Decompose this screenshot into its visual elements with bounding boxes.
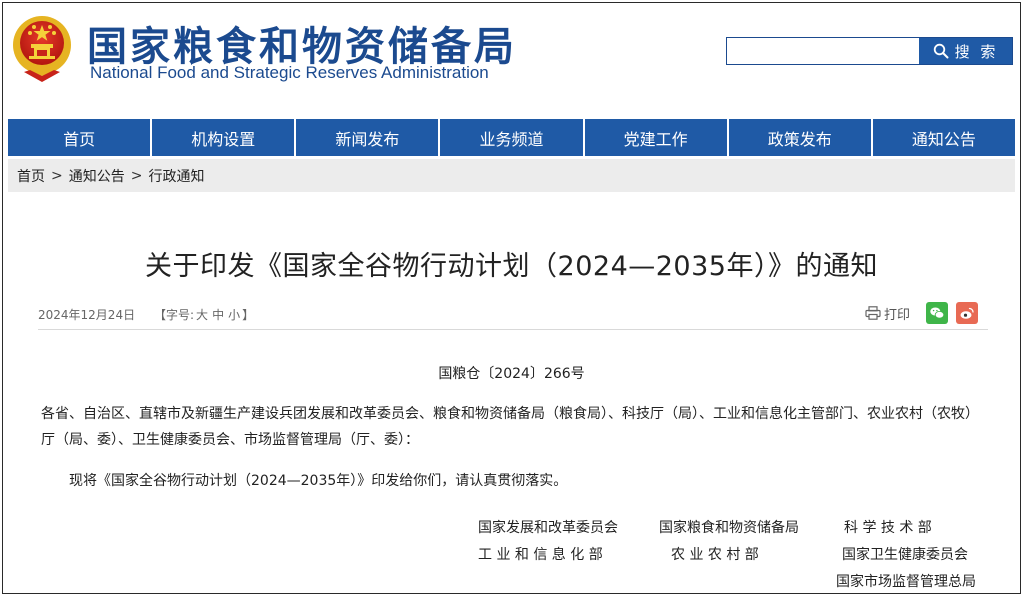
nav-item-home[interactable]: 首页	[8, 119, 151, 156]
font-size-small[interactable]: 小	[228, 308, 240, 322]
document-number: 国粮仓〔2024〕266号	[438, 366, 585, 382]
breadcrumb: 首页 > 通知公告 > 行政通知	[8, 159, 1015, 192]
share-wechat-button[interactable]	[926, 302, 948, 324]
font-size-medium[interactable]: 中	[212, 308, 224, 322]
signatory-ndrc: 国家发展和改革委员会	[478, 520, 618, 536]
signatory-moa: 农 业 农 村 部	[671, 547, 759, 563]
weibo-icon	[960, 307, 974, 319]
addressee-paragraph: 各省、自治区、直辖市及新疆生产建设兵团发展和改革委员会、粮食和物资储备局（粮食局…	[41, 406, 979, 448]
body-paragraph: 现将《国家全谷物行动计划（2024—2035年）》印发给你们，请认真贯彻落实。	[69, 473, 568, 489]
print-button[interactable]: 打印	[865, 304, 910, 323]
search-button-label: 搜 索	[954, 42, 999, 61]
font-size-switcher: 【字号: 大中小】	[154, 306, 254, 323]
national-emblem-icon[interactable]	[10, 12, 74, 84]
signatory-nhc: 国家卫生健康委员会	[842, 547, 968, 563]
signatory-nfsra: 国家粮食和物资储备局	[659, 520, 799, 536]
search-button[interactable]: 搜 索	[919, 38, 1012, 64]
breadcrumb-home[interactable]: 首页	[17, 166, 45, 186]
main-nav: 首页 机构设置 新闻发布 业务频道 党建工作 政策发布 通知公告	[8, 119, 1015, 156]
nav-item-party[interactable]: 党建工作	[584, 119, 727, 156]
article-meta-bar: 2024年12月24日 【字号: 大中小】 打印	[38, 296, 988, 330]
page-frame: 国家粮食和物资储备局 National Food and Strategic R…	[2, 2, 1021, 594]
signatory-miit: 工 业 和 信 息 化 部	[478, 547, 603, 563]
nav-item-business[interactable]: 业务频道	[440, 119, 583, 156]
font-size-suffix: 】	[242, 308, 255, 322]
breadcrumb-admin-notices[interactable]: 行政通知	[148, 166, 204, 186]
breadcrumb-separator: >	[130, 167, 143, 184]
article-content: 关于印发《国家全谷物行动计划（2024—2035年）》的通知 2024年12月2…	[8, 200, 1015, 593]
font-size-large[interactable]: 大	[196, 308, 208, 322]
breadcrumb-notices[interactable]: 通知公告	[69, 166, 125, 186]
print-label: 打印	[883, 307, 910, 323]
site-header: 国家粮食和物资储备局 National Food and Strategic R…	[3, 3, 1020, 107]
nav-item-notices[interactable]: 通知公告	[872, 119, 1015, 156]
share-weibo-button[interactable]	[956, 302, 978, 324]
publish-date: 2024年12月24日	[38, 308, 136, 322]
font-size-prefix: 【字号:	[154, 308, 195, 322]
wechat-icon	[930, 307, 945, 319]
nav-item-organization[interactable]: 机构设置	[152, 119, 295, 156]
printer-icon	[865, 306, 881, 320]
nav-item-news[interactable]: 新闻发布	[296, 119, 439, 156]
search-icon	[933, 43, 949, 59]
site-title-en[interactable]: National Food and Strategic Reserves Adm…	[90, 63, 489, 83]
search-box: 搜 索	[726, 37, 1013, 65]
signatory-samr: 国家市场监督管理总局	[836, 574, 976, 590]
nav-item-policy[interactable]: 政策发布	[728, 119, 871, 156]
breadcrumb-separator: >	[51, 167, 63, 184]
search-input[interactable]	[727, 38, 919, 64]
article-tools: 打印	[865, 302, 978, 324]
article-title: 关于印发《国家全谷物行动计划（2024—2035年）》的通知	[145, 251, 878, 282]
signatory-most: 科 学 技 术 部	[844, 520, 932, 536]
